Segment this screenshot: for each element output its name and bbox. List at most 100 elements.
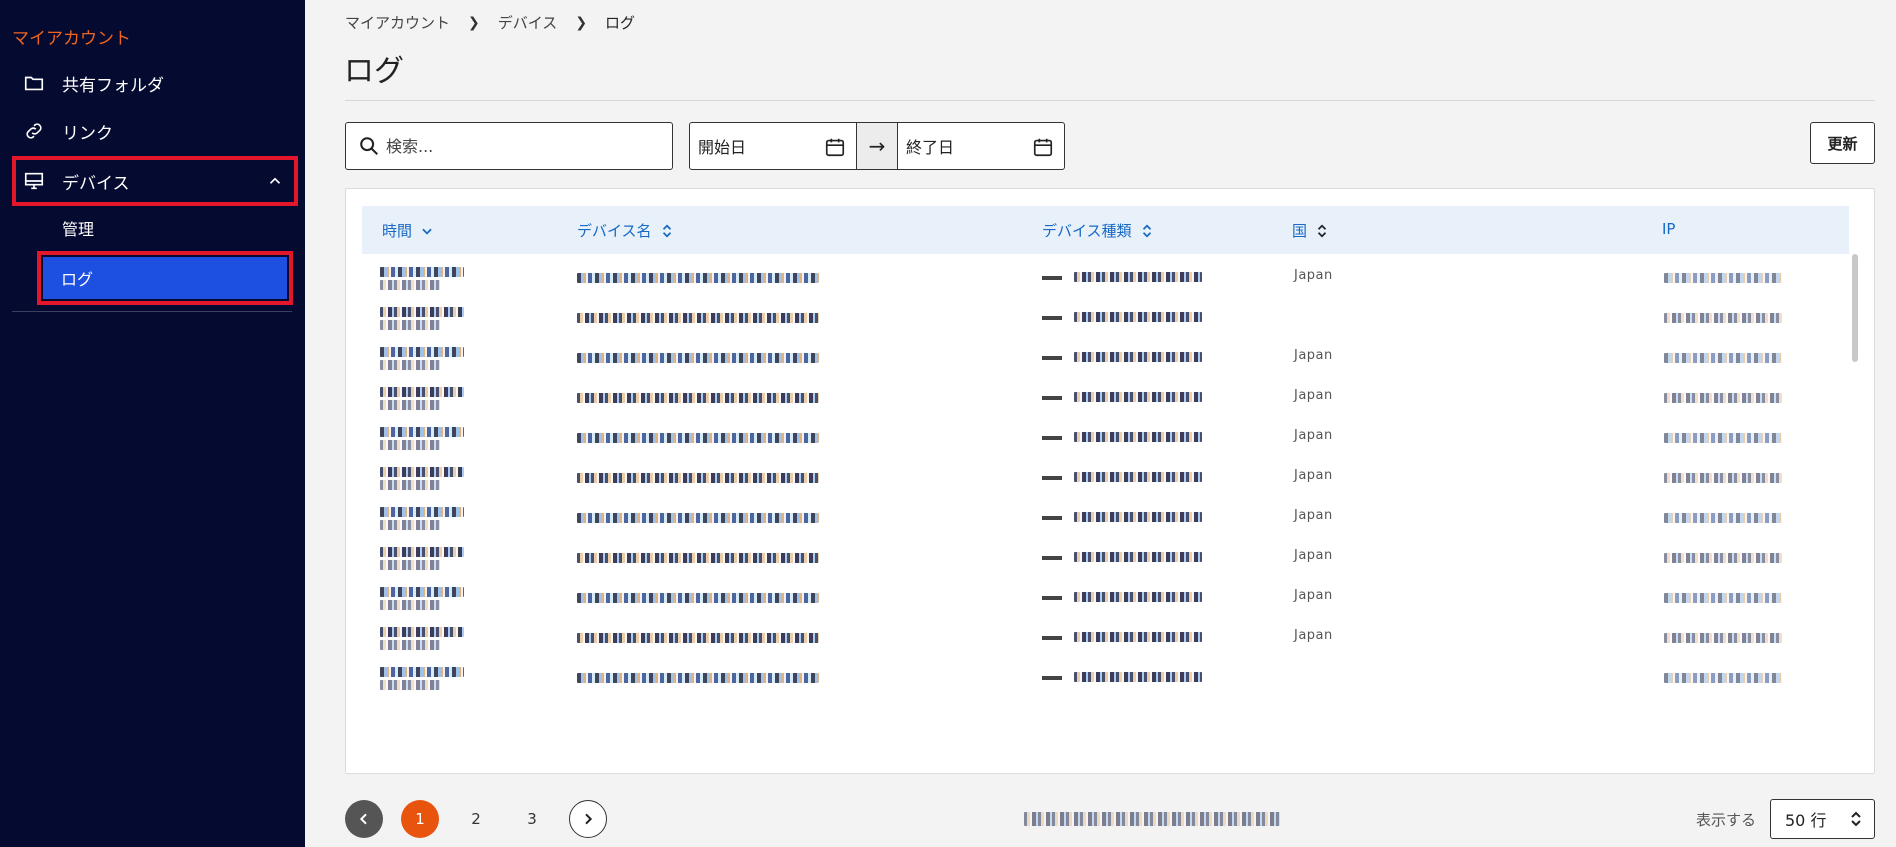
cell-ip-redacted <box>1664 264 1784 292</box>
cell-country: Japan <box>1294 348 1333 363</box>
column-header-device-name[interactable]: デバイス名 <box>577 220 674 241</box>
breadcrumb-item-account[interactable]: マイアカウント <box>345 12 450 33</box>
cell-ip-redacted <box>1664 664 1784 692</box>
breadcrumb: マイアカウント ❯ デバイス ❯ ログ <box>345 12 635 33</box>
cell-device-name-redacted <box>577 304 827 332</box>
sidebar-item-label: デバイス <box>62 173 130 194</box>
cell-ip-redacted <box>1664 504 1784 532</box>
cell-time-redacted <box>380 424 470 452</box>
sidebar-item-devices[interactable]: デバイス <box>12 156 298 206</box>
start-date-placeholder: 開始日 <box>698 138 747 157</box>
cell-device-type-redacted <box>1042 424 1222 452</box>
page-button-3[interactable]: 3 <box>513 800 551 838</box>
cell-ip-redacted <box>1664 584 1784 612</box>
cell-country: Japan <box>1294 468 1333 483</box>
column-header-label: IP <box>1662 220 1676 238</box>
column-header-time[interactable]: 時間 <box>382 220 434 241</box>
breadcrumb-item-log: ログ <box>605 14 636 32</box>
cell-country: Japan <box>1294 588 1333 603</box>
cell-device-name-redacted <box>577 544 827 572</box>
cell-device-type-redacted <box>1042 664 1222 692</box>
sidebar-item-links[interactable]: リンク <box>12 106 297 156</box>
cell-device-name-redacted <box>577 464 827 492</box>
sidebar-title[interactable]: マイアカウント <box>12 24 131 49</box>
rows-per-page-select[interactable]: 50 行 <box>1770 799 1875 839</box>
cell-country: Japan <box>1294 428 1333 443</box>
cell-device-type-redacted <box>1042 384 1222 412</box>
cell-time-redacted <box>380 544 470 572</box>
cell-device-type-redacted <box>1042 504 1222 532</box>
sort-icon <box>662 224 671 237</box>
cell-device-type-redacted <box>1042 304 1222 332</box>
log-table: 時間 デバイス名 デバイス種類 国 IP Japan Japan Japan Japa… <box>345 188 1875 774</box>
rows-per-page-label: 表示する <box>1696 811 1757 829</box>
cell-device-name-redacted <box>577 584 827 612</box>
cell-device-name-redacted <box>577 504 827 532</box>
calendar-icon[interactable] <box>824 136 846 158</box>
cell-device-name-redacted <box>577 424 827 452</box>
sidebar-subitem-label: ログ <box>61 270 94 289</box>
cell-device-name-redacted <box>577 664 827 692</box>
breadcrumb-item-devices[interactable]: デバイス <box>498 12 558 33</box>
cell-device-type-redacted <box>1042 544 1222 572</box>
refresh-button[interactable]: 更新 <box>1810 122 1875 164</box>
cell-ip-redacted <box>1664 624 1784 652</box>
end-date-placeholder: 終了日 <box>906 138 955 157</box>
cell-country: Japan <box>1294 388 1333 403</box>
sidebar-subitem-log[interactable]: ログ <box>43 257 287 299</box>
chevron-right-icon: ❯ <box>468 14 480 31</box>
cell-time-redacted <box>380 464 470 492</box>
cell-country: Japan <box>1294 508 1333 523</box>
column-header-country[interactable]: 国 <box>1292 220 1329 241</box>
pagination-info-redacted <box>1024 812 1280 826</box>
cell-time-redacted <box>380 584 470 612</box>
start-date-field[interactable]: 開始日 <box>689 122 857 170</box>
previous-page-button[interactable] <box>345 800 383 838</box>
page-button-1[interactable]: 1 <box>401 800 439 838</box>
chevron-up-icon[interactable] <box>266 172 284 190</box>
table-row[interactable] <box>362 654 1849 702</box>
cell-device-type-redacted <box>1042 464 1222 492</box>
column-header-device-type[interactable]: デバイス種類 <box>1042 220 1154 241</box>
calendar-icon[interactable] <box>1032 136 1054 158</box>
sort-icon <box>1317 224 1327 237</box>
select-arrows-icon <box>1851 811 1861 827</box>
cell-ip-redacted <box>1664 424 1784 452</box>
search-input[interactable] <box>386 136 666 156</box>
link-icon <box>22 119 46 143</box>
table-scrollbar[interactable] <box>1852 254 1858 362</box>
cell-device-name-redacted <box>577 344 827 372</box>
cell-ip-redacted <box>1664 464 1784 492</box>
chevron-left-icon <box>359 813 367 825</box>
sidebar-item-label: 共有フォルダ <box>62 75 164 96</box>
cell-time-redacted <box>380 344 470 372</box>
sidebar-divider <box>12 311 292 312</box>
page-button-2[interactable]: 2 <box>457 800 495 838</box>
cell-time-redacted <box>380 504 470 532</box>
column-header-label: デバイス名 <box>577 222 652 240</box>
cell-ip-redacted <box>1664 344 1784 372</box>
monitor-icon <box>22 169 46 193</box>
cell-device-type-redacted <box>1042 344 1222 372</box>
cell-country: Japan <box>1294 268 1333 283</box>
cell-device-name-redacted <box>577 624 827 652</box>
page-title: ログ <box>344 54 404 89</box>
cell-device-name-redacted <box>577 384 827 412</box>
table-header: 時間 デバイス名 デバイス種類 国 IP <box>362 206 1849 254</box>
folder-icon <box>22 71 46 95</box>
cell-device-type-redacted <box>1042 584 1222 612</box>
sidebar-subitem-manage[interactable]: 管理 <box>62 216 94 240</box>
next-page-button[interactable] <box>569 800 607 838</box>
rows-per-page-value: 50 行 <box>1785 811 1827 830</box>
sidebar-item-shared-folders[interactable]: 共有フォルダ <box>12 58 297 108</box>
cell-time-redacted <box>380 304 470 332</box>
end-date-field[interactable]: 終了日 <box>897 122 1065 170</box>
cell-time-redacted <box>380 664 470 692</box>
cell-time-redacted <box>380 384 470 412</box>
cell-device-type-redacted <box>1042 624 1222 652</box>
cell-device-type-redacted <box>1042 264 1222 292</box>
column-header-label: 時間 <box>382 222 413 240</box>
chevron-right-icon <box>585 813 593 825</box>
sidebar-item-label: リンク <box>62 123 113 144</box>
search-box[interactable] <box>345 122 673 170</box>
